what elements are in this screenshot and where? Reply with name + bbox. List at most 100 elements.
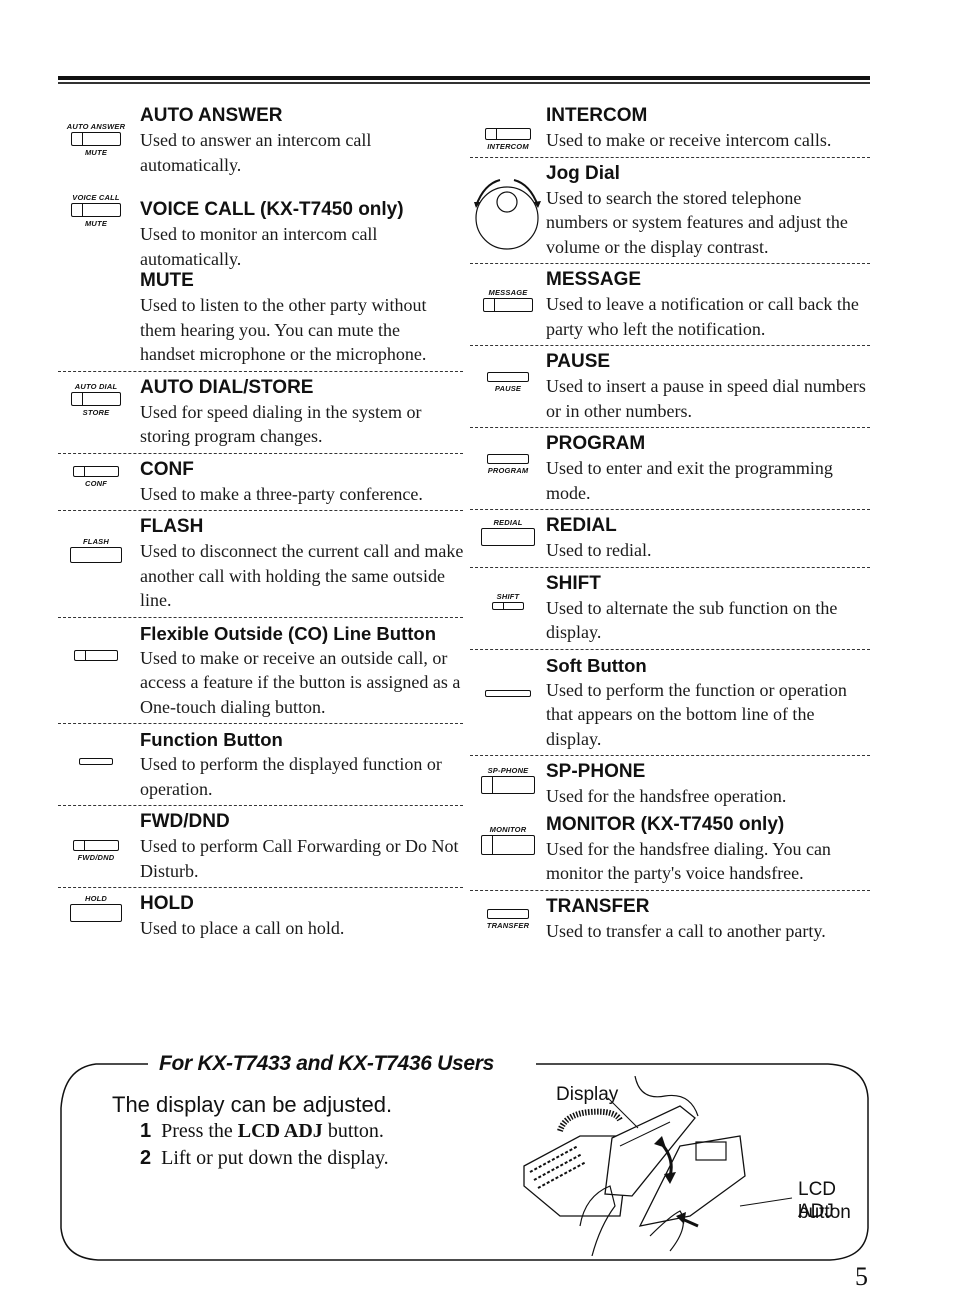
display-label: Display — [556, 1084, 619, 1105]
auto-dial-button-icon: AUTO DIAL STORE — [58, 382, 134, 418]
entry-description: Used to leave a notification or call bac… — [546, 294, 859, 339]
entry-jog-dial: Jog Dial Used to search the stored telep… — [470, 162, 870, 264]
message-button-icon: MESSAGE — [470, 288, 546, 314]
right-column: INTERCOM INTERCOM Used to make or receiv… — [470, 104, 870, 947]
button-shape — [71, 391, 121, 406]
step-text: Press the — [161, 1120, 238, 1142]
entry-title: MUTE — [140, 270, 194, 291]
entry-title: Soft Button — [546, 654, 647, 676]
icon-bottom-label: MUTE — [84, 148, 108, 157]
icon-top-label: AUTO DIAL — [74, 381, 118, 391]
entry-shift: SHIFT SHIFT Used to alternate the sub fu… — [470, 572, 870, 650]
entry-voice-call: VOICE CALL MUTE VOICE CALL (KX-T7450 onl… — [58, 193, 463, 275]
entry-intercom: INTERCOM INTERCOM Used to make or receiv… — [470, 104, 870, 158]
entry-title: TRANSFER — [546, 895, 650, 917]
entry-title: INTERCOM — [546, 105, 648, 126]
page-number: 5 — [855, 1262, 868, 1291]
entry-description: Used to make a three-party conference. — [140, 483, 423, 504]
button-shape — [79, 758, 113, 765]
lcd-adj-label-line2: button — [798, 1202, 851, 1223]
entry-title: SP-PHONE — [546, 761, 646, 782]
entry-description: Used to monitor an intercom call automat… — [140, 224, 378, 269]
entry-program: PROGRAM PROGRAM Used to enter and exit t… — [470, 432, 870, 510]
entry-title: HOLD — [140, 893, 194, 914]
entry-title: PAUSE — [546, 351, 611, 372]
entry-monitor: MONITOR MONITOR (KX-T7450 only) Used for… — [470, 813, 870, 891]
button-shape — [73, 465, 119, 477]
entry-title: Flexible Outside (CO) Line Button — [140, 622, 436, 644]
entry-description: Used to transfer a call to another party… — [546, 920, 826, 941]
entry-description: Used to perform the displayed function o… — [140, 754, 442, 799]
entry-transfer: TRANSFER TRANSFER Used to transfer a cal… — [470, 895, 870, 948]
icon-bottom-label: STORE — [82, 407, 110, 417]
entry-title: VOICE CALL (KX-T7450 only) — [140, 199, 404, 220]
shift-button-icon: SHIFT — [470, 592, 546, 612]
icon-bottom-label: MUTE — [84, 219, 108, 228]
conf-button-icon: CONF — [58, 465, 134, 489]
entry-title: Function Button — [140, 729, 283, 750]
co-line-button-icon — [58, 649, 134, 663]
entry-description: Used to disconnect the current call and … — [140, 541, 464, 610]
entry-message: MESSAGE MESSAGE Used to leave a notifica… — [470, 268, 870, 346]
entry-description: Used to enter and exit the programming m… — [546, 458, 833, 503]
button-shape — [481, 776, 535, 794]
entry-fwd-dnd: FWD/DND FWD/DND Used to perform Call For… — [58, 810, 463, 888]
entry-description: Used to make or receive intercom calls. — [546, 130, 832, 150]
button-shape — [70, 547, 122, 563]
step-bold-text: LCD ADJ — [237, 1120, 323, 1142]
header-rule-secondary — [58, 82, 870, 84]
entry-title: AUTO DIAL/STORE — [140, 376, 314, 398]
entry-redial: REDIAL REDIAL Used to redial. — [470, 514, 870, 568]
entry-title: CONF — [140, 458, 194, 480]
entry-auto-dial-store: AUTO DIAL STORE AUTO DIAL/STORE Used for… — [58, 376, 463, 454]
entry-description: Used to perform Call Forwarding or Do No… — [140, 836, 459, 881]
entry-description: Used to search the stored telephone numb… — [546, 187, 848, 257]
tips-intro: The display can be adjusted. — [112, 1092, 393, 1117]
tips-step: 1 Press the LCD ADJ button. — [140, 1120, 384, 1143]
icon-bottom-label: CONF — [84, 478, 108, 488]
button-shape — [481, 528, 535, 546]
button-shape — [70, 904, 122, 922]
step-number: 1 — [140, 1120, 152, 1142]
sp-phone-button-icon: SP-PHONE — [470, 766, 546, 796]
step-text: Lift or put down the display. — [161, 1147, 389, 1169]
jog-dial-icon — [474, 178, 541, 250]
entry-description: Used for the handsfree dialing. You can … — [546, 838, 831, 884]
voice-call-button-icon: VOICE CALL MUTE — [58, 193, 134, 229]
button-shape — [73, 840, 119, 851]
button-shape — [74, 649, 118, 661]
entry-title: REDIAL — [546, 515, 617, 536]
auto-answer-button-icon: AUTO ANSWER MUTE — [58, 122, 134, 158]
icon-top-label: REDIAL — [493, 518, 523, 527]
entry-title: SHIFT — [546, 572, 601, 594]
intercom-button-icon: INTERCOM — [470, 128, 546, 152]
icon-top-label: MONITOR — [489, 824, 527, 834]
entry-description: Used to perform the function or operatio… — [546, 679, 847, 749]
soft-button-icon — [470, 689, 546, 699]
entry-description: Used to place a call on hold. — [140, 918, 345, 938]
entry-description: Used for speed dialing in the system or … — [140, 401, 422, 447]
program-button-icon: PROGRAM — [470, 454, 546, 476]
icon-bottom-label: PAUSE — [494, 384, 522, 393]
entry-description: Used to make or receive an outside call,… — [140, 647, 461, 717]
button-shape — [487, 908, 529, 919]
entry-co-line: Flexible Outside (CO) Line Button Used t… — [58, 622, 463, 724]
button-shape — [481, 834, 535, 855]
tips-heading: For KX-T7433 and KX-T7436 Users — [153, 1052, 500, 1076]
flash-button-icon: FLASH — [58, 537, 134, 565]
icon-top-label: AUTO ANSWER — [66, 122, 126, 131]
entry-title: AUTO ANSWER — [140, 105, 283, 126]
pause-button-icon: PAUSE — [470, 372, 546, 394]
phone-display-illustration: Display LCD ADJ button — [520, 1075, 860, 1257]
transfer-button-icon: TRANSFER — [470, 908, 546, 931]
entry-description: Used to redial. — [546, 540, 652, 560]
fwd-dnd-button-icon: FWD/DND — [58, 840, 134, 863]
header-rule — [58, 76, 870, 80]
icon-top-label: SP-PHONE — [487, 766, 529, 775]
entry-description: Used to insert a pause in speed dial num… — [546, 376, 866, 421]
step-number: 2 — [140, 1147, 152, 1169]
icon-top-label: HOLD — [84, 894, 108, 903]
entry-description: Used to alternate the sub function on th… — [546, 597, 838, 643]
entry-sp-phone: SP-PHONE SP-PHONE Used for the handsfree… — [470, 760, 870, 813]
button-shape — [487, 454, 529, 464]
